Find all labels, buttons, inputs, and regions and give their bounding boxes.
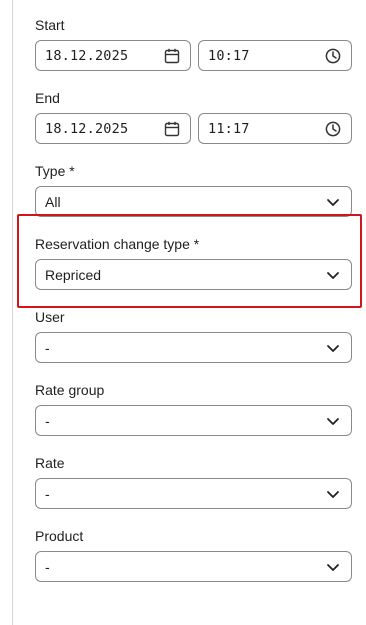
panel-divider (12, 0, 13, 625)
user-value: - (45, 340, 50, 356)
type-value: All (45, 194, 61, 210)
product-select[interactable]: - (35, 551, 352, 582)
end-date-value: 18.12.2025 (45, 121, 129, 137)
chevron-down-icon (327, 418, 339, 425)
start-time-input[interactable]: 10:17 (198, 40, 352, 71)
reservation-change-type-value: Repriced (45, 267, 102, 283)
rate-value: - (45, 486, 50, 502)
chevron-down-icon (327, 272, 339, 279)
filter-panel: Start 18.12.2025 10:17 End 18.12.2025 11… (0, 0, 366, 625)
calendar-icon[interactable] (164, 121, 180, 137)
user-label: User (35, 309, 65, 325)
rate-group-label: Rate group (35, 382, 105, 398)
user-select[interactable]: - (35, 332, 352, 363)
start-label: Start (35, 17, 65, 33)
calendar-icon[interactable] (164, 48, 180, 64)
chevron-down-icon (327, 564, 339, 571)
chevron-down-icon (327, 199, 339, 206)
rate-group-select[interactable]: - (35, 405, 352, 436)
type-select[interactable]: All (35, 186, 352, 217)
rate-select[interactable]: - (35, 478, 352, 509)
end-time-value: 11:17 (208, 121, 250, 137)
end-time-input[interactable]: 11:17 (198, 113, 352, 144)
reservation-change-type-select[interactable]: Repriced (35, 259, 352, 290)
product-value: - (45, 559, 50, 575)
product-label: Product (35, 528, 84, 544)
start-time-value: 10:17 (208, 48, 250, 64)
chevron-down-icon (327, 491, 339, 498)
clock-icon[interactable] (325, 48, 341, 64)
end-date-input[interactable]: 18.12.2025 (35, 113, 191, 144)
rate-label: Rate (35, 455, 65, 471)
clock-icon[interactable] (325, 121, 341, 137)
start-date-value: 18.12.2025 (45, 48, 129, 64)
start-date-input[interactable]: 18.12.2025 (35, 40, 191, 71)
end-label: End (35, 90, 60, 106)
type-label: Type * (35, 163, 75, 179)
rate-group-value: - (45, 413, 50, 429)
reservation-change-type-label: Reservation change type * (35, 236, 200, 252)
chevron-down-icon (327, 345, 339, 352)
